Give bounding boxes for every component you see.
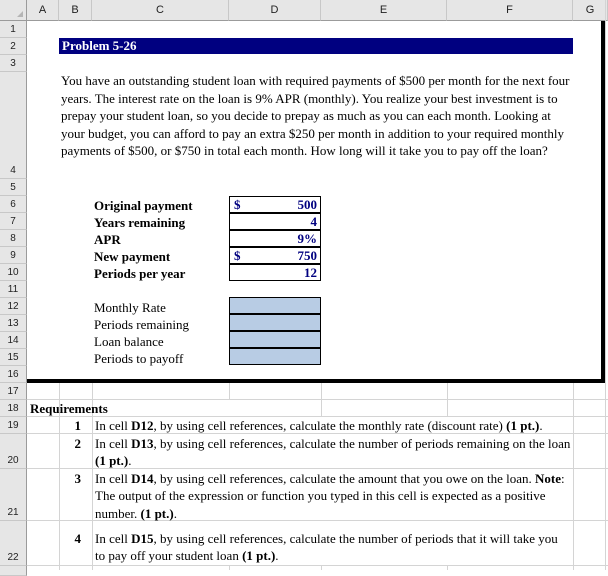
cell-ref: D13 — [131, 436, 154, 451]
label-years-remaining[interactable]: Years remaining — [94, 214, 185, 231]
column-header-g[interactable]: G — [573, 0, 608, 21]
cell-value: 12 — [304, 265, 317, 280]
requirement-number-4[interactable]: 4 — [59, 530, 82, 547]
cell-value: 750 — [297, 248, 318, 263]
cell-value: 500 — [297, 197, 318, 212]
label-periods-to-payoff[interactable]: Periods to payoff — [94, 350, 183, 367]
row-header-19[interactable]: 19 — [0, 417, 27, 434]
points: (1 pt.) — [95, 453, 129, 469]
gridline — [229, 566, 230, 570]
requirements-heading[interactable]: Requirements — [30, 401, 108, 417]
cell-d13-periods-remaining[interactable] — [229, 314, 321, 331]
row-header-8[interactable]: 8 — [0, 230, 27, 247]
row-header-5[interactable]: 5 — [0, 179, 27, 196]
column-header-c[interactable]: C — [92, 0, 229, 21]
row-header-17[interactable]: 17 — [0, 383, 27, 400]
req-text: , by using cell references, calculate th… — [153, 436, 571, 451]
row-header-1[interactable]: 1 — [0, 21, 27, 38]
cell-d6-original-payment[interactable]: $ 500 — [229, 196, 321, 213]
label-original-payment[interactable]: Original payment — [94, 197, 193, 214]
gridline — [321, 566, 322, 570]
column-header-a[interactable]: A — [27, 0, 59, 21]
row-header-16[interactable]: 16 — [0, 366, 27, 383]
gridline — [229, 383, 230, 400]
cell-d9-new-payment[interactable]: $ 750 — [229, 247, 321, 264]
gridline — [605, 0, 606, 570]
req-text: In cell — [95, 531, 132, 546]
row-header-13[interactable]: 13 — [0, 315, 27, 332]
gridline — [573, 383, 574, 570]
row-header-15[interactable]: 15 — [0, 349, 27, 366]
label-monthly-rate[interactable]: Monthly Rate — [94, 299, 166, 316]
label-periods-remaining[interactable]: Periods remaining — [94, 316, 189, 333]
row-header-3[interactable]: 3 — [0, 55, 27, 72]
cell-value: 4 — [310, 214, 318, 229]
requirement-number-1[interactable]: 1 — [59, 417, 82, 434]
requirement-3[interactable]: In cell D14, by using cell references, c… — [95, 470, 571, 522]
gridline — [447, 566, 448, 570]
req-text: , by using cell references, calculate th… — [153, 418, 507, 433]
cell-d8-apr[interactable]: 9% — [229, 230, 321, 247]
gridline — [27, 399, 608, 400]
row-header-7[interactable]: 7 — [0, 213, 27, 230]
req-text: In cell — [95, 471, 132, 486]
row-header-11[interactable]: 11 — [0, 281, 27, 298]
column-header-f[interactable]: F — [447, 0, 573, 21]
note-label: Note — [535, 471, 562, 486]
gridline — [447, 383, 448, 417]
points: (1 pt.) — [242, 548, 276, 564]
cell-d15-periods-to-payoff[interactable] — [229, 348, 321, 365]
cell-ref: D15 — [131, 531, 154, 546]
row-header-9[interactable]: 9 — [0, 247, 27, 264]
cell-ref: D14 — [131, 471, 154, 486]
column-header-b[interactable]: B — [59, 0, 92, 21]
cell-d7-years-remaining[interactable]: 4 — [229, 213, 321, 230]
cell-d14-loan-balance[interactable] — [229, 331, 321, 348]
period: . — [539, 418, 543, 433]
cell-value: 9% — [297, 231, 318, 246]
currency-symbol: $ — [234, 197, 241, 212]
points: (1 pt.) — [506, 418, 540, 433]
row-header-20[interactable]: 20 — [0, 434, 27, 469]
row-header-23[interactable] — [0, 566, 27, 576]
row-header-12[interactable]: 12 — [0, 298, 27, 315]
currency-symbol: $ — [234, 248, 241, 263]
req-text: In cell — [95, 436, 132, 451]
period: . — [275, 548, 279, 564]
label-apr[interactable]: APR — [94, 231, 121, 248]
row-header-22[interactable]: 22 — [0, 521, 27, 566]
label-periods-per-year[interactable]: Periods per year — [94, 265, 185, 282]
cell-d12-monthly-rate[interactable] — [229, 297, 321, 314]
column-header-d[interactable]: D — [229, 0, 321, 21]
row-header-6[interactable]: 6 — [0, 196, 27, 213]
label-loan-balance[interactable]: Loan balance — [94, 333, 164, 350]
select-all-corner[interactable] — [0, 0, 27, 21]
gridline — [27, 565, 608, 566]
label-new-payment[interactable]: New payment — [94, 248, 170, 265]
row-header-18[interactable]: 18 — [0, 400, 27, 417]
requirement-2[interactable]: In cell D13, by using cell references, c… — [95, 435, 571, 470]
cell-ref: D12 — [131, 418, 154, 433]
problem-title[interactable]: Problem 5-26 — [59, 38, 573, 54]
req-text: , by using cell references, calculate th… — [95, 531, 558, 564]
period: . — [128, 453, 132, 469]
cell-d10-periods-per-year[interactable]: 12 — [229, 264, 321, 281]
req-text: , by using cell references, calculate th… — [153, 471, 536, 486]
period: . — [173, 505, 177, 521]
requirement-1[interactable]: In cell D12, by using cell references, c… — [95, 417, 571, 434]
requirement-4[interactable]: In cell D15, by using cell references, c… — [95, 530, 571, 565]
row-header-2[interactable]: 2 — [0, 38, 27, 55]
requirement-number-2[interactable]: 2 — [59, 435, 82, 452]
gridline — [321, 383, 322, 417]
row-header-4[interactable]: 4 — [0, 72, 27, 179]
row-header-21[interactable]: 21 — [0, 469, 27, 521]
row-header-10[interactable]: 10 — [0, 264, 27, 281]
problem-description[interactable]: You have an outstanding student loan wit… — [61, 72, 573, 160]
points: (1 pt.) — [140, 505, 174, 521]
req-text: In cell — [95, 418, 132, 433]
requirement-number-3[interactable]: 3 — [59, 470, 82, 487]
row-header-14[interactable]: 14 — [0, 332, 27, 349]
column-header-e[interactable]: E — [321, 0, 447, 21]
